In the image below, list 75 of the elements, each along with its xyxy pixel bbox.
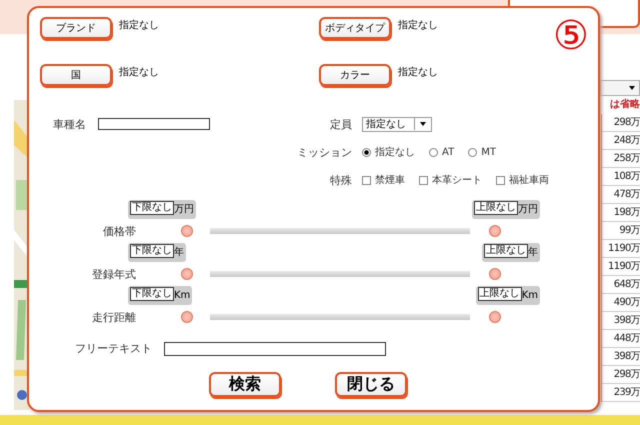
input-field[interactable]: 下限なし [130,244,174,258]
step-number: ⑤ [553,12,589,60]
slider-track[interactable] [210,314,470,320]
price-text: 478万 [614,188,640,200]
notice-text: は省略 [610,99,640,111]
unit-label: 万円 [518,204,538,216]
selector-button[interactable]: ボディタイプ [319,17,391,39]
price-text: 398万 [614,350,640,362]
option-label: 指定なし [375,146,415,159]
field-label: 定員 [329,116,353,132]
input-field[interactable]: 上限なし [478,287,522,301]
selected-value: 指定なし [398,66,438,79]
input-field[interactable]: 上限なし [484,244,528,258]
price-text: 258万 [614,152,640,164]
unit-label: 万円 [174,204,194,216]
field-label: ミッション [296,144,353,160]
unit-label: 年 [174,247,184,259]
unit-label: 年 [528,247,538,259]
slider-track[interactable] [210,228,470,234]
selected-value: 指定なし [398,18,438,32]
price-text: 448万 [614,332,640,344]
price-text: 1190万 [608,242,640,254]
price-text: 1190万 [608,260,640,272]
input-field[interactable] [98,118,210,130]
unit-label: Km [174,290,190,302]
input-field[interactable]: 下限なし [130,201,174,215]
range-label: 価格帯 [102,224,136,238]
dropdown[interactable]: 指定なし [362,116,432,132]
selected-value: 指定なし [119,66,159,79]
dropdown[interactable] [600,80,640,96]
selector-button[interactable]: 国 [40,64,112,86]
slider-thumb[interactable] [489,268,501,280]
price-text: 298万 [614,368,640,380]
dialog-button[interactable]: 閉じる [335,372,407,397]
dialog-button[interactable]: 検索 [209,372,281,397]
radio-button[interactable] [429,148,438,156]
unit-label: Km [522,290,538,302]
option-label: 禁煙車 [375,174,405,187]
input-field[interactable]: 上限なし [474,201,518,215]
slider-thumb[interactable] [489,225,501,237]
price-text: 198万 [614,206,640,218]
price-text: 398万 [614,314,640,326]
caret-icon [420,122,426,126]
option-label: 福祉車両 [509,174,549,187]
price-text: 108万 [614,170,640,182]
field-label: 車種名 [53,116,86,132]
checkbox[interactable] [419,176,428,184]
checkbox[interactable] [496,176,505,184]
range-label: 走行距離 [91,310,136,324]
price-text: 239万 [614,386,640,398]
input-field[interactable] [164,342,386,356]
price-text: 99万 [619,224,640,236]
selector-button[interactable]: ブランド [40,17,112,39]
price-text: 298万 [614,116,640,128]
slider-thumb[interactable] [181,225,193,237]
price-text: 490万 [614,296,640,308]
caret-icon [629,86,635,90]
option-label: AT [442,146,454,158]
slider-thumb[interactable] [181,311,193,323]
checkbox[interactable] [362,176,371,184]
selector-button[interactable]: カラー [319,64,391,86]
slider-thumb[interactable] [489,311,501,323]
field-label: 特殊 [329,172,353,188]
range-label: 登録年式 [91,266,136,282]
option-label: MT [481,146,496,158]
radio-button[interactable] [468,148,478,156]
slider-thumb[interactable] [181,268,193,280]
price-text: 648万 [614,278,640,290]
field-label: フリーテキスト [75,341,152,356]
radio-button[interactable] [362,148,371,156]
input-field[interactable]: 下限なし [130,287,174,301]
slider-track[interactable] [210,271,470,277]
selected-value: 指定なし [119,18,159,32]
price-text: 248万 [614,134,640,146]
option-label: 本革シート [432,174,482,187]
